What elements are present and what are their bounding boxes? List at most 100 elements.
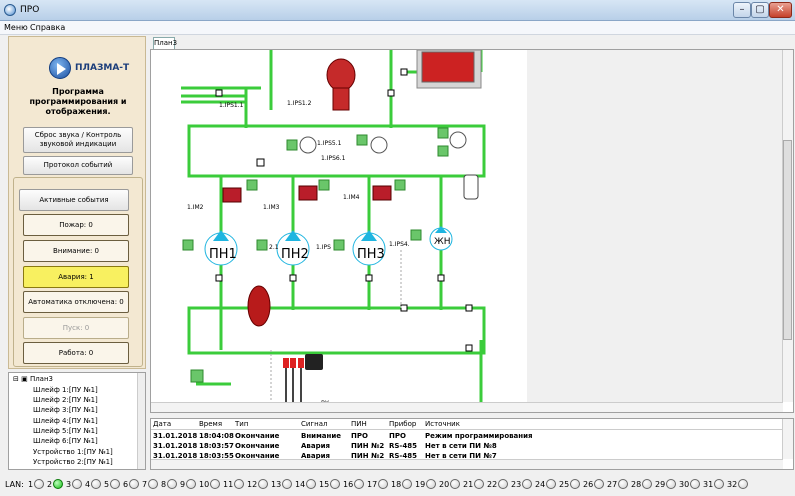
- events-vscroll[interactable]: [782, 419, 793, 459]
- lan-number: 7: [142, 480, 148, 489]
- close-button[interactable]: ✕: [769, 2, 792, 18]
- lan-status-dot-icon: [498, 479, 508, 489]
- fire-counter-button[interactable]: Пожар: 0: [23, 214, 129, 236]
- col-device[interactable]: Прибор: [389, 420, 416, 428]
- tree-item[interactable]: Шлейф 5:[ПУ №1]: [33, 427, 98, 437]
- attention-counter-button[interactable]: Внимание: 0: [23, 240, 129, 262]
- tree-item[interactable]: Шлейф 4:[ПУ №1]: [33, 417, 98, 427]
- lan-number: 10: [199, 480, 210, 489]
- col-date[interactable]: Дата: [153, 420, 171, 428]
- menu-item-help[interactable]: Справка: [30, 23, 65, 32]
- tree-item[interactable]: Шлейф 2:[ПУ №1]: [33, 396, 98, 406]
- lan-number: 31: [703, 480, 714, 489]
- cell: 31.01.2018: [153, 432, 198, 440]
- tab-plan3[interactable]: План3: [153, 37, 177, 49]
- pump-pn1-label: ПН1: [209, 247, 237, 262]
- lan-status-dot-icon: [474, 479, 484, 489]
- lan-number: 23: [511, 480, 522, 489]
- work-counter-button[interactable]: Работа: 0: [23, 342, 129, 364]
- canvas-empty-area: [527, 50, 783, 412]
- lan-number: 27: [607, 480, 618, 489]
- label-ips61: 1.IPS6.1: [321, 155, 346, 162]
- table-row[interactable]: 31.01.2018 18:03:57 Окончание Авария ПИН…: [151, 441, 783, 451]
- lan-number: 8: [161, 480, 167, 489]
- lan-number: 28: [631, 480, 642, 489]
- col-pin[interactable]: ПИН: [351, 420, 367, 428]
- lan-status-dot-icon: [450, 479, 460, 489]
- lan-number: 29: [655, 480, 666, 489]
- lan-status-bar: LAN: 1 2 3 4 5 6 7 8 9 10 11 12 13 14 15 16 17 18 19 20 21 22…: [0, 473, 795, 496]
- cell: Окончание: [235, 432, 280, 440]
- label-ips51: 1.IPS5.1: [317, 140, 342, 147]
- events-hscroll[interactable]: [151, 459, 783, 469]
- lan-status-dot-icon: [148, 479, 158, 489]
- label-ips11: 1.IPS1.1: [219, 102, 244, 109]
- lan-number: 9: [180, 480, 186, 489]
- sound-reset-button[interactable]: Сброс звука / Контроль звуковой индикаци…: [23, 127, 133, 153]
- lan-number: 20: [439, 480, 450, 489]
- canvas-hscroll[interactable]: [151, 402, 783, 412]
- label-im2: 1.IM2: [187, 204, 204, 211]
- lan-status-dot-icon: [570, 479, 580, 489]
- label-ips2: 2.1: [269, 244, 279, 251]
- label-ips12: 1.IPS1.2: [287, 100, 312, 107]
- lan-status-dot-icon: [234, 479, 244, 489]
- menu-item-menu[interactable]: Меню: [4, 23, 28, 32]
- col-source[interactable]: Источник: [425, 420, 460, 428]
- start-counter-button[interactable]: Пуск: 0: [23, 317, 129, 339]
- tree-root[interactable]: ⊟ ▣ План3: [13, 375, 53, 385]
- tree-item[interactable]: Шлейф 3:[ПУ №1]: [33, 406, 98, 416]
- cell: ПИН №2: [351, 442, 385, 450]
- table-row[interactable]: 31.01.2018 18:04:08 Окончание Внимание П…: [151, 431, 783, 441]
- lan-status-dot-icon: [330, 479, 340, 489]
- lan-status-dot-icon: [426, 479, 436, 489]
- plan-canvas: 1.IPS1.1 1.IPS1.2 1.IPS5.1 1.IPS6.1 1.IM…: [150, 49, 794, 413]
- pump-zhn-label: ЖН: [434, 237, 450, 247]
- events-header: Дата Время Тип Сигнал ПИН Прибор Источни…: [151, 419, 783, 430]
- lan-status-dot-icon: [53, 479, 63, 489]
- tree-item[interactable]: Шлейф 1:[ПУ №1]: [33, 386, 98, 396]
- event-protocol-button[interactable]: Протокол событий: [23, 156, 133, 175]
- cell: Нет в сети ПИ №8: [425, 442, 497, 450]
- title-bar: ПРО – ▢ ✕: [0, 0, 795, 21]
- cell: ПРО: [351, 432, 368, 440]
- lan-number: 16: [343, 480, 354, 489]
- lan-number: 30: [679, 480, 690, 489]
- lan-status-dot-icon: [210, 479, 220, 489]
- label-im4: 1.IM4: [343, 194, 360, 201]
- lan-number: 2: [47, 480, 53, 489]
- lan-status-dot-icon: [258, 479, 268, 489]
- cell: ПРО: [389, 432, 406, 440]
- lan-number: 22: [487, 480, 498, 489]
- tree-item[interactable]: Устройство 2:[ПУ №1]: [33, 458, 113, 468]
- lan-number: 21: [463, 480, 474, 489]
- lan-status-dot-icon: [378, 479, 388, 489]
- cell: Режим программирования: [425, 432, 533, 440]
- tree-item[interactable]: Устройство 1:[ПУ №1]: [33, 448, 113, 458]
- active-events-button[interactable]: Активные события: [19, 189, 129, 211]
- col-time[interactable]: Время: [199, 420, 222, 428]
- col-type[interactable]: Тип: [235, 420, 248, 428]
- pump-pn2-label: ПН2: [281, 247, 309, 262]
- tree-item[interactable]: Шлейф 6:[ПУ №1]: [33, 437, 98, 447]
- minimize-button[interactable]: –: [733, 2, 751, 18]
- lan-status-dot-icon: [282, 479, 292, 489]
- automation-off-counter-button[interactable]: Автоматика отключена: 0: [23, 291, 129, 313]
- menu-bar: Меню Справка: [0, 21, 795, 35]
- tree-scrollbar[interactable]: [137, 373, 145, 469]
- lan-status-dot-icon: [522, 479, 532, 489]
- hydraulic-diagram: 1.IPS1.1 1.IPS1.2 1.IPS5.1 1.IPS6.1 1.IM…: [181, 50, 486, 402]
- lan-status-dot-icon: [354, 479, 364, 489]
- lan-number: 1: [28, 480, 34, 489]
- lan-number: 25: [559, 480, 570, 489]
- lan-number: 12: [247, 480, 258, 489]
- col-signal[interactable]: Сигнал: [301, 420, 327, 428]
- lan-number: 6: [123, 480, 129, 489]
- play-icon: [49, 57, 71, 79]
- alarm-counter-button[interactable]: Авария: 1: [23, 266, 129, 288]
- lan-number: 4: [85, 480, 91, 489]
- lan-number: 18: [391, 480, 402, 489]
- lan-status-dot-icon: [642, 479, 652, 489]
- maximize-button[interactable]: ▢: [751, 2, 769, 18]
- canvas-vscroll-thumb[interactable]: [783, 140, 792, 340]
